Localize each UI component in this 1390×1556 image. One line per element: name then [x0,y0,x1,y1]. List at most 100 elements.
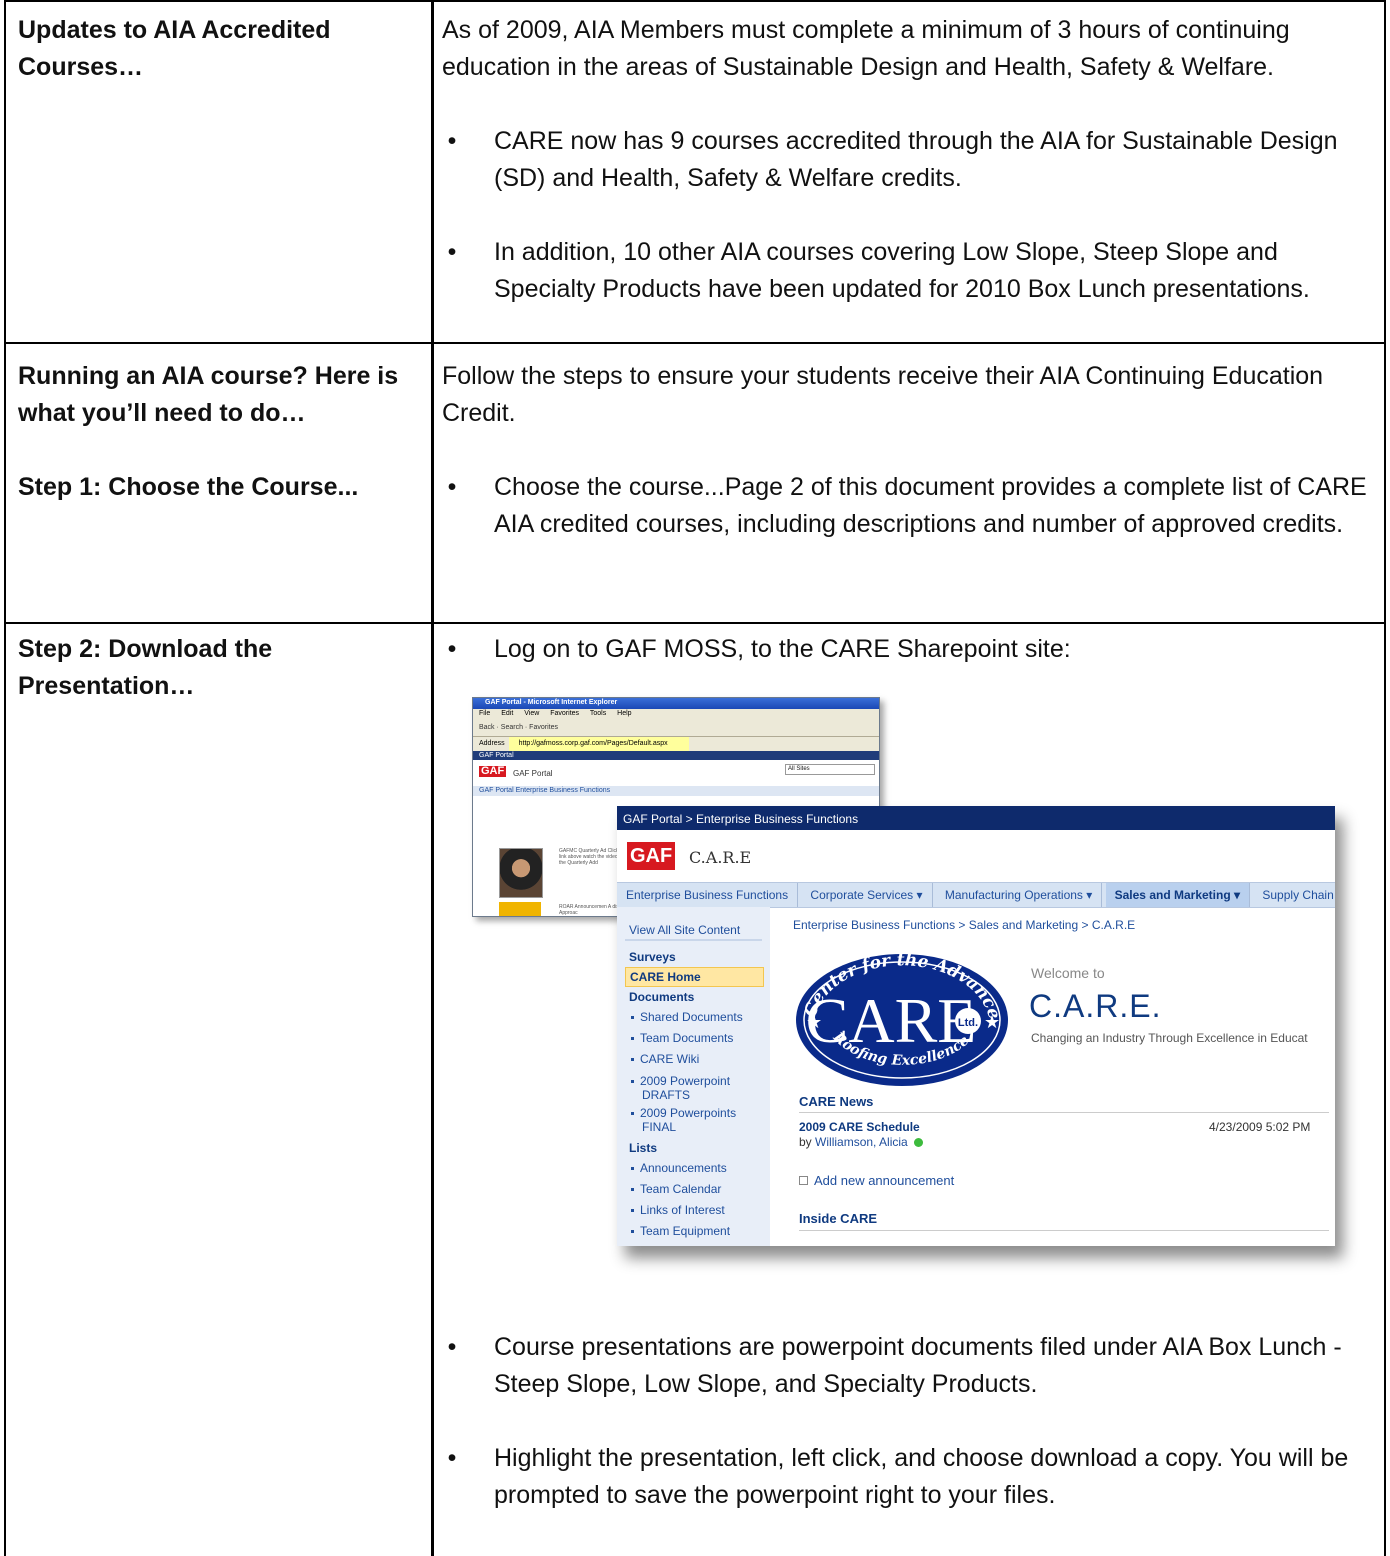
ql-list-label: Team Equipment [640,1224,731,1238]
sp-by-label: by [799,1135,812,1149]
row2-heading: Running an AIA course? Here is what you’… [18,362,399,427]
roar-logo-image [499,902,541,916]
ql-care-home: CARE Home [625,967,764,987]
ql-documents: Documents [629,990,695,1004]
ql-doc-item: Team Documents [617,1028,770,1049]
ql-list-item: Team Calendar [617,1179,770,1200]
ie-address-label: Address [479,740,505,747]
ie-address-bar: Address http://gafmoss.corp.gaf.com/Page… [473,737,879,751]
row3-bullet-1-text: • Log on to GAF MOSS, to the CARE Sharep… [442,631,1382,668]
ie-portal-name: GAF Portal [513,769,553,778]
bullet-text: Course presentations are powerpoint docu… [494,1333,1342,1398]
table-border-right [1384,0,1386,1556]
ql-doc-item: CARE Wiki [617,1049,770,1070]
bullet-icon: • [447,473,457,501]
sp-inside-care-heading: Inside CARE [799,1211,1329,1231]
star-icon: ★ [984,1012,1000,1032]
ie-menu-tools: Tools [589,710,607,717]
star-icon: ★ [806,1012,822,1032]
ql-list-item: Announcements [617,1158,770,1179]
ql-list-item: Links of Interest [617,1200,770,1221]
bullet-text: Choose the course...Page 2 of this docum… [494,473,1367,538]
ql-list-label: Links of Interest [640,1203,725,1217]
bullet-icon [631,1080,634,1084]
ie-menu-bar: File Edit View Favorites Tools Help [473,709,879,720]
bullet-icon [631,1209,634,1213]
gaf-logo-small: GAF [479,765,507,777]
bullet-icon [631,1167,634,1171]
table-column-divider [431,0,434,1556]
ql-surveys: Surveys [629,950,676,964]
ie-menu-view: View [524,710,540,717]
sp-breadcrumb: Enterprise Business Functions > Sales an… [793,918,1136,932]
bullet-icon: • [447,635,457,663]
bullet-text: In addition, 10 other AIA courses coveri… [494,238,1310,303]
bullet-icon [631,1037,634,1041]
sp-news-item-author: by Williamson, Alicia [799,1135,924,1149]
bullet-icon [631,1112,634,1116]
row3-bullet-2: • Course presentations are powerpoint do… [442,1329,1382,1403]
ql-list-item: Team Equipment [617,1221,770,1242]
ie-all-sites: All Sites [785,764,875,775]
ie-url-field: http://gafmoss.corp.gaf.com/Pages/Defaul… [508,737,689,751]
row1-heading: Updates to AIA Accredited Courses… [18,16,331,81]
ie-menu-edit: Edit [501,710,514,717]
table-border-top [4,0,1386,2]
add-icon [799,1176,808,1185]
nav-enterprise-business-functions: Enterprise Business Functions [617,883,799,907]
ql-doc-label: 2009 Powerpoint DRAFTS [640,1074,731,1102]
row-divider-2 [4,622,1386,624]
nav-supply-chain: Supply Chain [1253,883,1335,907]
ie-portal-header: GAF GAF Portal All Sites [473,760,879,786]
sp-top-breadcrumb: GAF Portal > Enterprise Business Functio… [617,806,1335,830]
ie-title-bar: GAF Portal - Microsoft Internet Explorer [473,698,879,709]
table-border-left [4,0,6,1556]
bullet-icon: • [447,1333,457,1361]
ie-menu-file: File [479,710,491,717]
ie-toolbar: Back · Search · Favorites [473,720,879,737]
ql-doc-item: 2009 Powerpoint DRAFTS [617,1074,770,1102]
row3-heading: Step 2: Download the Presentation… [18,635,273,700]
ie-menu-help: Help [617,710,632,717]
portrait-photo [499,848,543,898]
seal-ltd-text: Ltd. [958,1017,978,1029]
sp-welcome: Welcome to [1031,965,1105,981]
ql-doc-label: CARE Wiki [640,1052,700,1066]
ql-list-label: Team Calendar [640,1182,722,1196]
sp-care-title: C.A.R.E. [1029,988,1162,1024]
bullet-text: Highlight the presentation, left click, … [494,1444,1349,1509]
bullet-icon: • [447,1444,457,1472]
sp-news-item-title: 2009 CARE Schedule [799,1120,920,1134]
ql-doc-label: 2009 Powerpoints FINAL [640,1106,737,1134]
bullet-text: Log on to GAF MOSS, to the CARE Sharepoi… [494,635,1071,663]
sp-tagline: Changing an Industry Through Excellence … [1031,1031,1308,1045]
ql-lists: Lists [629,1141,658,1155]
row1-intro: As of 2009, AIA Members must complete a … [442,16,1290,81]
sp-quick-launch: View All Site Content Surveys CARE Home … [617,907,770,1246]
bullet-icon [631,1188,634,1192]
row-divider-1 [4,342,1386,344]
row1-content: As of 2009, AIA Members must complete a … [442,12,1382,308]
row3-bullet-3: • Highlight the presentation, left click… [442,1440,1382,1514]
ql-doc-label: Shared Documents [640,1010,743,1024]
row3-bullets-bottom: • Course presentations are powerpoint do… [442,1329,1382,1514]
ql-list-label: Announcements [640,1161,727,1175]
view-all-site-content: View All Site Content [625,921,762,941]
row1-bullet-1: • CARE now has 9 courses accredited thro… [442,123,1382,197]
sp-site-name: C.A.R.E [689,848,752,867]
sp-top-nav: Enterprise Business Functions Corporate … [617,882,1335,908]
sp-add-new-label: Add new announcement [814,1173,955,1188]
bullet-text: CARE now has 9 courses accredited throug… [494,127,1338,192]
sp-header: GAF C.A.R.E [617,830,1335,882]
ie-portal-tabs: GAF Portal Enterprise Business Functions [473,786,879,796]
nav-corporate-services: Corporate Services ▾ [801,883,933,907]
ql-doc-item: 2009 Powerpoints FINAL [617,1106,770,1134]
nav-manufacturing-operations: Manufacturing Operations ▾ [936,883,1103,907]
row2-bullet-1: • Choose the course...Page 2 of this doc… [442,469,1382,543]
bullet-icon: • [447,127,457,155]
nav-sales-and-marketing: Sales and Marketing ▾ [1105,883,1251,907]
bullet-icon: • [447,238,457,266]
presence-icon [914,1138,924,1148]
sp-news-item-date: 4/23/2009 5:02 PM [1209,1120,1311,1134]
sp-news-heading: CARE News [799,1094,1329,1113]
